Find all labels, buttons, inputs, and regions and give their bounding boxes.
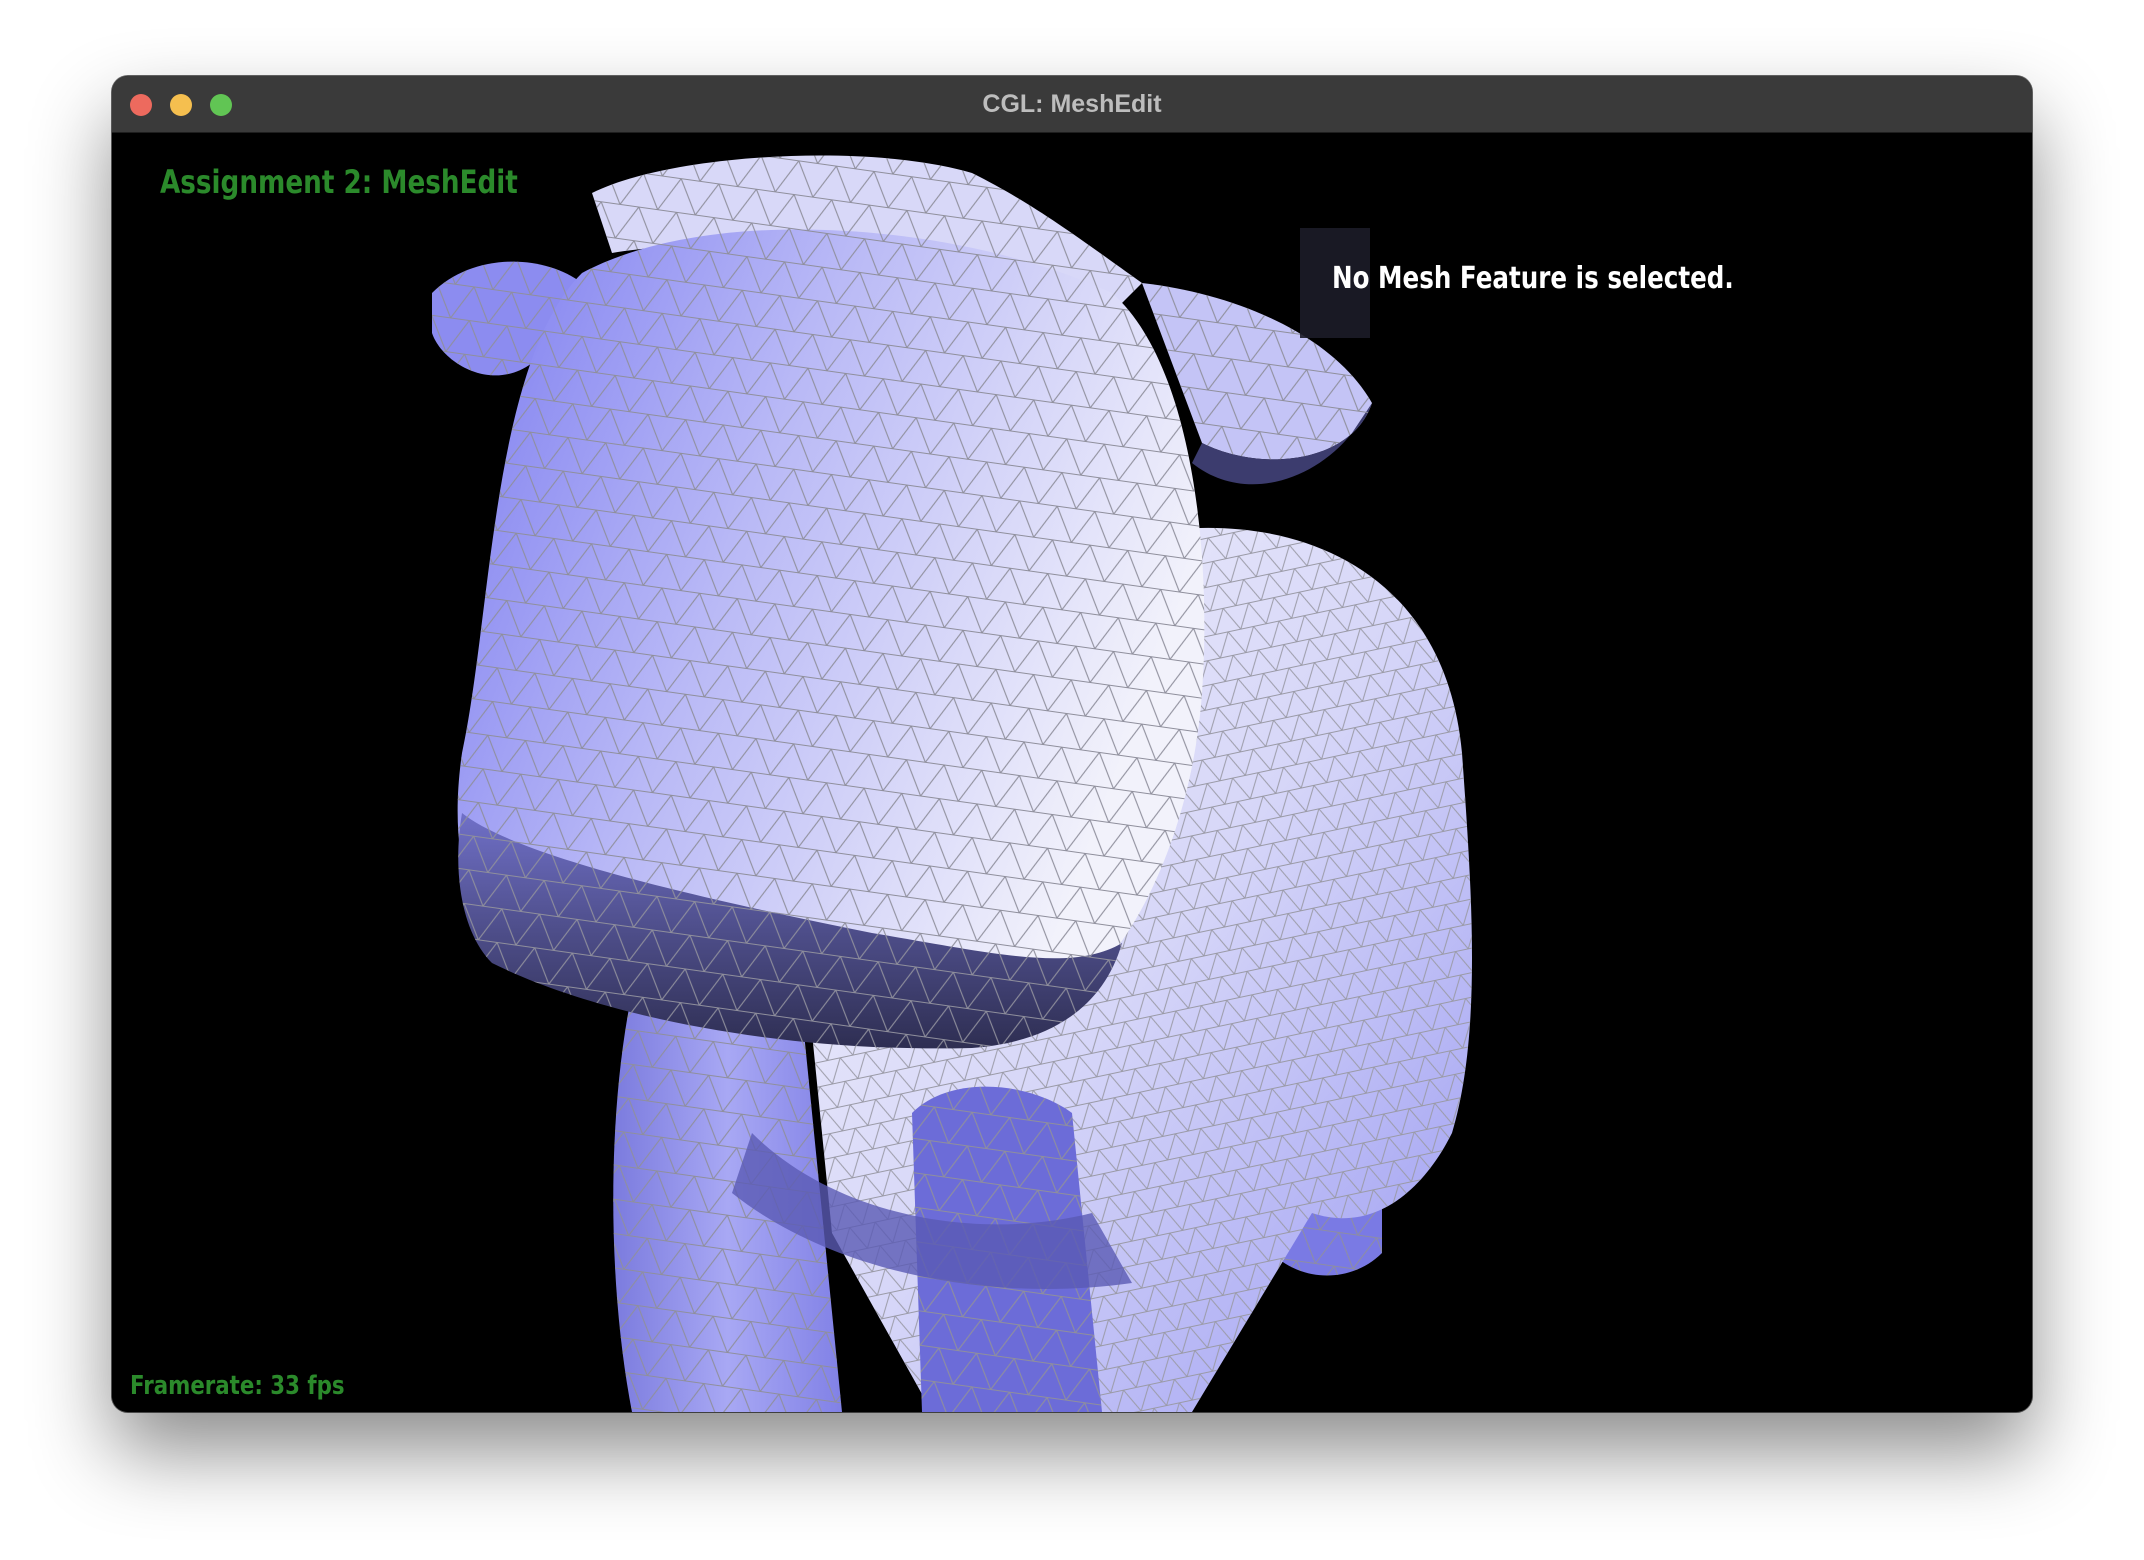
mesh-viewport[interactable]: Assignment 2: MeshEdit No Mesh Feature i… bbox=[112, 133, 2032, 1412]
desktop: CGL: MeshEdit Assignment 2: MeshEdit No … bbox=[0, 0, 2144, 1560]
app-window: CGL: MeshEdit Assignment 2: MeshEdit No … bbox=[112, 76, 2032, 1412]
cow-mesh[interactable] bbox=[112, 133, 2032, 1412]
window-title: CGL: MeshEdit bbox=[982, 90, 1162, 118]
framerate-readout: Framerate: 33 fps bbox=[130, 1371, 345, 1401]
selection-status: No Mesh Feature is selected. bbox=[1332, 261, 1734, 296]
assignment-heading: Assignment 2: MeshEdit bbox=[160, 163, 518, 201]
title-bar[interactable]: CGL: MeshEdit bbox=[112, 76, 2032, 133]
